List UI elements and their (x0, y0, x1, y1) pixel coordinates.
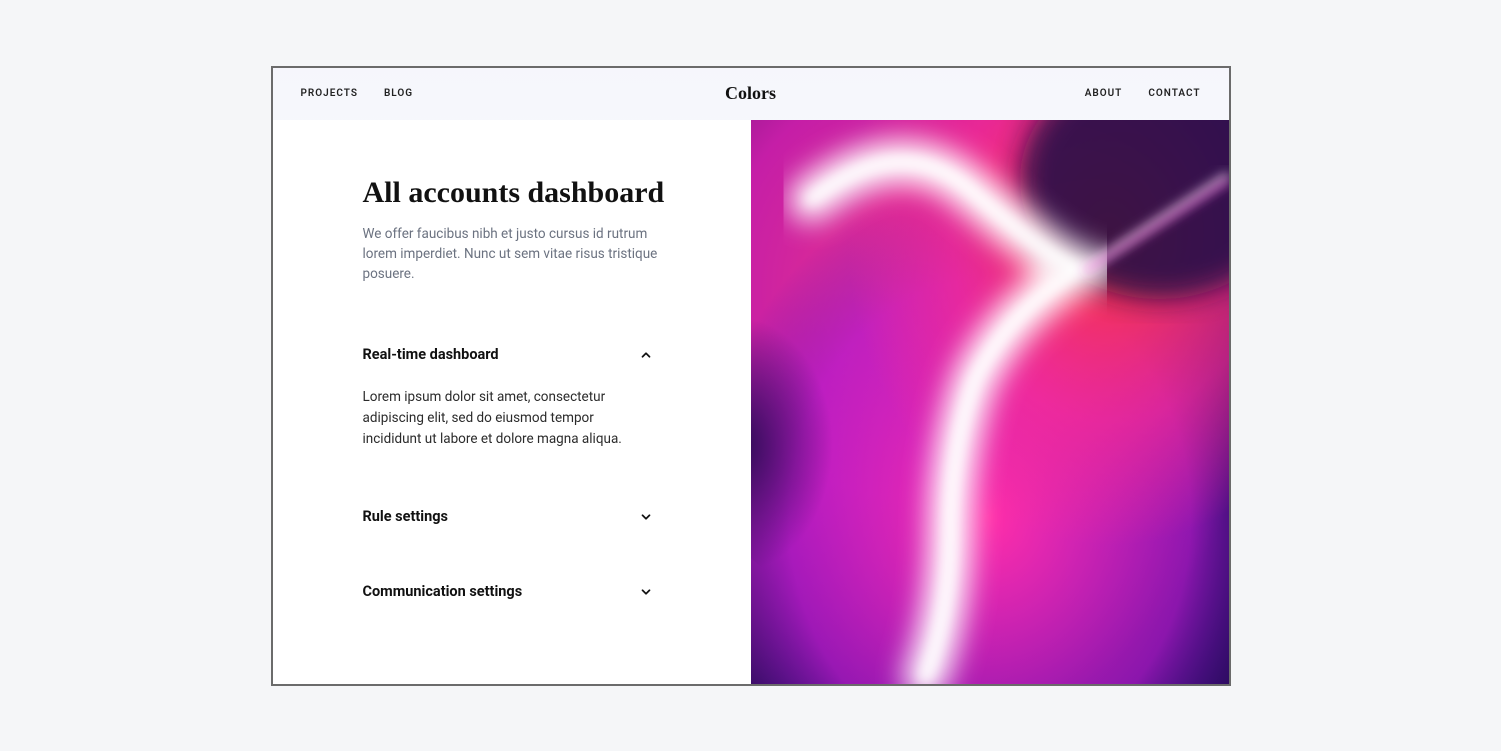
accordion-item-rule-settings: Rule settings (363, 490, 695, 543)
chevron-down-icon (639, 585, 653, 599)
accordion-header-communication-settings[interactable]: Communication settings (363, 583, 653, 600)
accordion-title: Real-time dashboard (363, 346, 499, 363)
accordion-title: Communication settings (363, 583, 523, 600)
accordion-title: Rule settings (363, 508, 448, 525)
nav-right-group: ABOUT CONTACT (1085, 88, 1201, 99)
accordion-item-realtime: Real-time dashboard Lorem ipsum dolor si… (363, 328, 695, 468)
top-navbar: PROJECTS BLOG Colors ABOUT CONTACT (273, 68, 1229, 120)
accordion-item-communication-settings: Communication settings (363, 565, 695, 618)
app-frame: PROJECTS BLOG Colors ABOUT CONTACT All a… (271, 66, 1231, 686)
nav-link-contact[interactable]: CONTACT (1148, 88, 1200, 99)
nav-link-about[interactable]: ABOUT (1085, 88, 1123, 99)
accordion-spacer (363, 543, 695, 565)
chevron-up-icon (639, 348, 653, 362)
site-logo[interactable]: Colors (725, 83, 776, 104)
content-split: All accounts dashboard We offer faucibus… (273, 120, 1229, 684)
page-description: We offer faucibus nibh et justo cursus i… (363, 224, 663, 285)
accordion-spacer (363, 468, 695, 490)
page-title: All accounts dashboard (363, 176, 695, 210)
left-panel: All accounts dashboard We offer faucibus… (273, 120, 751, 684)
nav-link-blog[interactable]: BLOG (384, 88, 413, 99)
accordion-header-realtime[interactable]: Real-time dashboard (363, 346, 653, 363)
right-art-panel (751, 120, 1229, 684)
abstract-art-image (751, 120, 1229, 684)
nav-link-projects[interactable]: PROJECTS (301, 88, 358, 99)
nav-left-group: PROJECTS BLOG (301, 88, 414, 99)
accordion-body: Lorem ipsum dolor sit amet, consectetur … (363, 363, 653, 450)
accordion-header-rule-settings[interactable]: Rule settings (363, 508, 653, 525)
accordion: Real-time dashboard Lorem ipsum dolor si… (363, 328, 695, 618)
chevron-down-icon (639, 510, 653, 524)
